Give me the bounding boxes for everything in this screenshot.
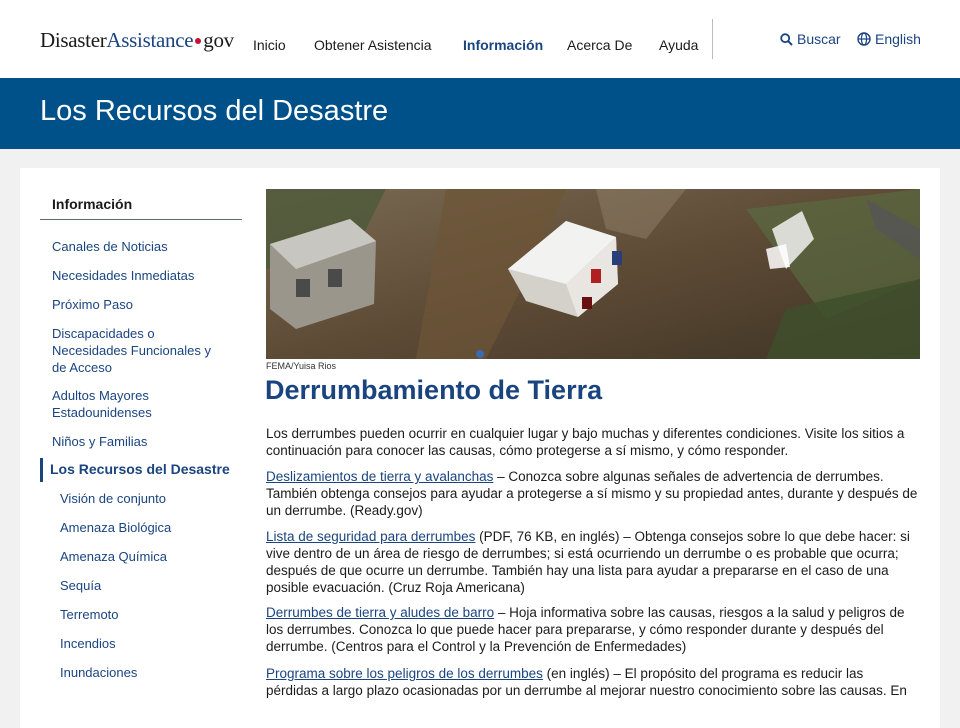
banner-title: Los Recursos del Desastre: [40, 95, 389, 127]
page-title: Derrumbamiento de Tierra: [265, 375, 603, 405]
sidebar-item-los-recursos-del-desastre[interactable]: Los Recursos del Desastre: [50, 461, 240, 478]
sidebar-divider: [40, 219, 242, 220]
sidebar-item-ninos-y-familias[interactable]: Niños y Familias: [52, 433, 232, 450]
sidebar-item-canales-de-noticias[interactable]: Canales de Noticias: [52, 238, 232, 255]
site-header: DisasterAssistance gov Inicio Obtener Asi…: [0, 0, 960, 78]
intro-paragraph: Los derrumbes pueden ocurrir en cualquie…: [266, 426, 905, 458]
resource-item: Lista de seguridad para derrumbes (PDF, …: [266, 528, 918, 596]
sidebar-active-indicator: [40, 458, 43, 482]
logo-text-assistance: Assistance: [106, 28, 194, 52]
globe-icon: [857, 32, 871, 46]
sidebar-title: Información: [52, 196, 133, 212]
sidebar-item-discapacidades[interactable]: Discapacidades o Necesidades Funcionales…: [52, 325, 224, 376]
nav-divider: [712, 19, 713, 59]
resource-link-derrumbes-aludes[interactable]: Derrumbes de tierra y aludes de barro: [266, 605, 494, 620]
sidebar-subitem-incendios[interactable]: Incendios: [60, 635, 240, 652]
sidebar-subitem-terremoto[interactable]: Terremoto: [60, 606, 240, 623]
sidebar-subitem-sequia[interactable]: Sequía: [60, 577, 240, 594]
sidebar-subitem-vision-de-conjunto[interactable]: Visión de conjunto: [60, 490, 240, 507]
sidebar-subitem-amenaza-biologica[interactable]: Amenaza Biológica: [60, 519, 240, 536]
resource-item: Programa sobre los peligros de los derru…: [266, 665, 918, 699]
sidebar-item-adultos-mayores[interactable]: Adultos Mayores Estadounidenses: [52, 387, 192, 421]
resource-link-lista-de-seguridad[interactable]: Lista de seguridad para derrumbes: [266, 529, 475, 544]
language-toggle[interactable]: English: [857, 31, 921, 47]
search-icon: [780, 33, 793, 46]
language-label: English: [875, 31, 921, 47]
sidebar-item-proximo-paso[interactable]: Próximo Paso: [52, 296, 232, 313]
nav-acerca-de[interactable]: Acerca De: [567, 37, 632, 53]
sidebar-subitem-amenaza-quimica[interactable]: Amenaza Química: [60, 548, 240, 565]
nav-obtener-asistencia[interactable]: Obtener Asistencia: [314, 37, 432, 53]
resource-item: Derrumbes de tierra y aludes de barro – …: [266, 604, 918, 655]
resource-link-programa-peligros[interactable]: Programa sobre los peligros de los derru…: [266, 666, 543, 681]
logo-text-gov: gov: [203, 28, 234, 52]
search-label: Buscar: [797, 31, 841, 47]
logo-text-disaster: Disaster: [40, 28, 107, 52]
sidebar-subitem-inundaciones[interactable]: Inundaciones: [60, 664, 240, 681]
nav-informacion[interactable]: Información: [463, 37, 543, 53]
page-banner: Los Recursos del Desastre: [0, 78, 960, 149]
landslide-photo: [266, 189, 920, 359]
resource-item: Deslizamientos de tierra y avalanchas – …: [266, 468, 918, 519]
nav-ayuda[interactable]: Ayuda: [659, 37, 698, 53]
search-button[interactable]: Buscar: [780, 31, 841, 47]
sidebar-item-necesidades-inmediatas[interactable]: Necesidades Inmediatas: [52, 267, 232, 284]
nav-inicio[interactable]: Inicio: [253, 37, 286, 53]
site-logo[interactable]: DisasterAssistance gov: [40, 28, 234, 53]
resource-link-deslizamientos[interactable]: Deslizamientos de tierra y avalanchas: [266, 469, 493, 484]
logo-dot-icon: [195, 38, 202, 45]
image-credit: FEMA/Yuisa Rios: [266, 361, 337, 371]
